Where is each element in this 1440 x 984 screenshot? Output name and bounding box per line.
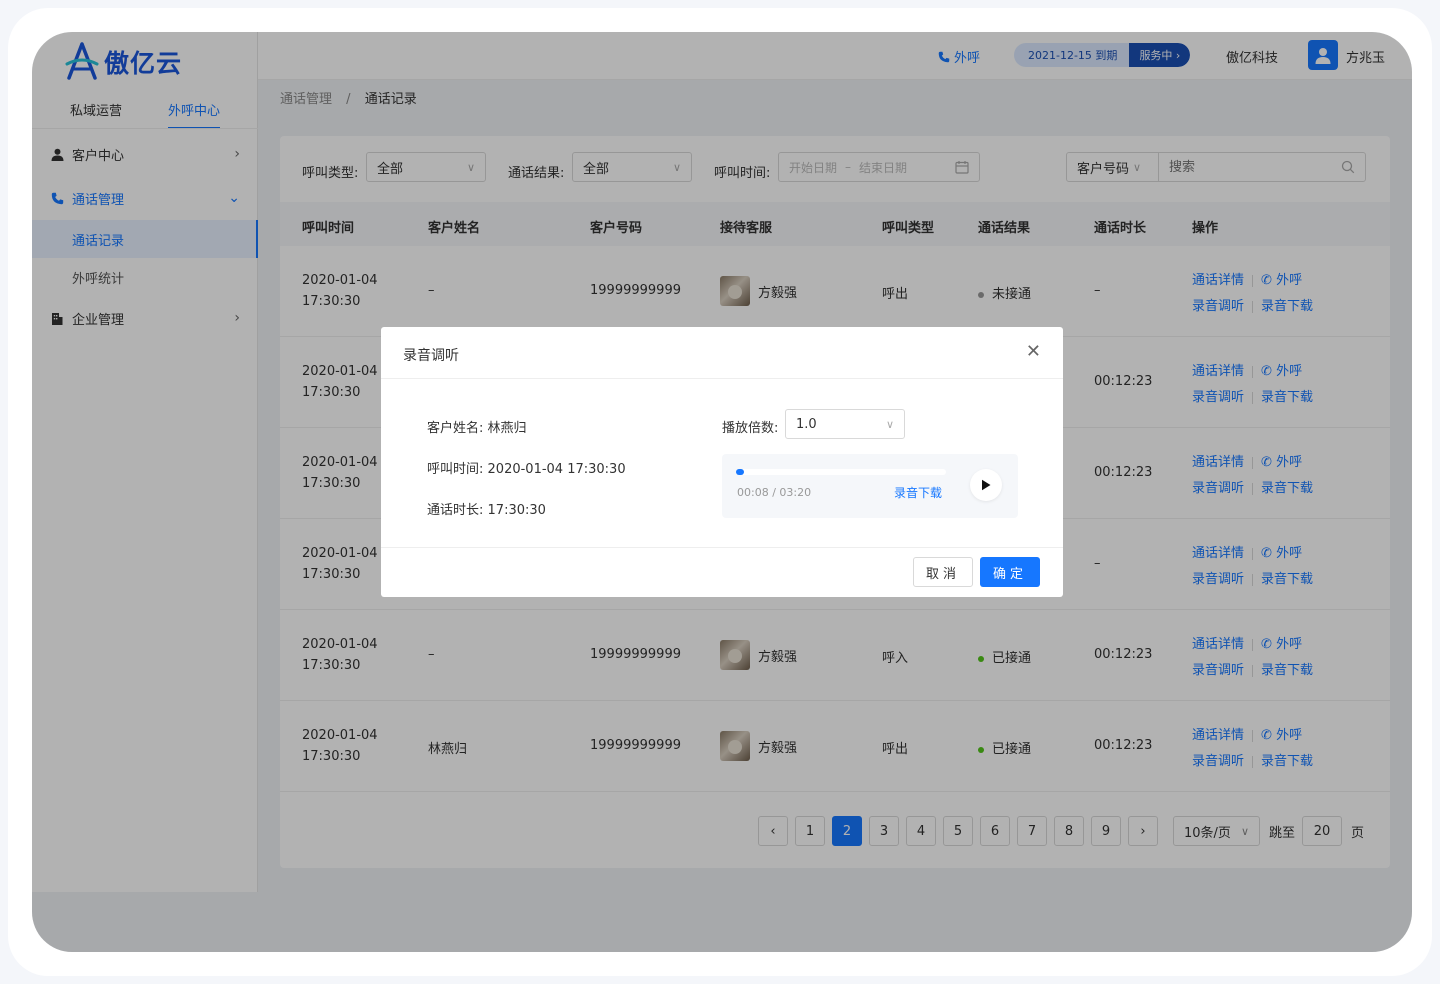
confirm-button[interactable]: 确定 — [980, 557, 1040, 587]
playback-time: 00:08 / 03:20 — [737, 486, 812, 499]
dialog-footer-divider — [381, 547, 1063, 548]
field-label: 呼叫时间: — [427, 462, 484, 477]
play-button[interactable] — [970, 469, 1002, 501]
recording-download-link[interactable]: 录音下载 — [894, 484, 942, 501]
field-label: 客户姓名: — [427, 421, 484, 436]
recording-dialog: 录音调听 ✕ 客户姓名: 林燕归 呼叫时间: 2020-01-04 17:30:… — [381, 327, 1063, 597]
field-value: 林燕归 — [487, 421, 527, 436]
field-label: 通话时长: — [427, 503, 484, 518]
playback-speed-label: 播放倍数: — [722, 421, 779, 436]
cancel-button[interactable]: 取消 — [913, 557, 973, 587]
chevron-down-icon: ∨ — [885, 418, 894, 431]
audio-player: 00:08 / 03:20 录音下载 — [722, 454, 1018, 518]
call-time-field: 呼叫时间: 2020-01-04 17:30:30 — [427, 458, 626, 477]
call-duration-field: 通话时长: 17:30:30 — [427, 499, 546, 518]
playback-speed-value: 1.0 — [796, 416, 817, 432]
playback-speed-select[interactable]: 1.0 ∨ — [785, 409, 905, 439]
app-window: 傲亿云 私域运营 外呼中心 客户中心 › 通话管理 ⌄ 通话记录 外呼统计 企业… — [32, 32, 1412, 952]
play-icon — [982, 479, 991, 491]
dialog-title: 录音调听 — [403, 348, 459, 364]
field-value: 17:30:30 — [487, 503, 546, 518]
progress-fill — [736, 469, 745, 475]
customer-name-field: 客户姓名: 林燕归 — [427, 417, 527, 436]
dialog-header: 录音调听 ✕ — [381, 327, 1063, 379]
field-value: 2020-01-04 17:30:30 — [487, 462, 626, 477]
progress-track[interactable] — [736, 469, 946, 475]
close-icon[interactable]: ✕ — [1026, 341, 1041, 362]
